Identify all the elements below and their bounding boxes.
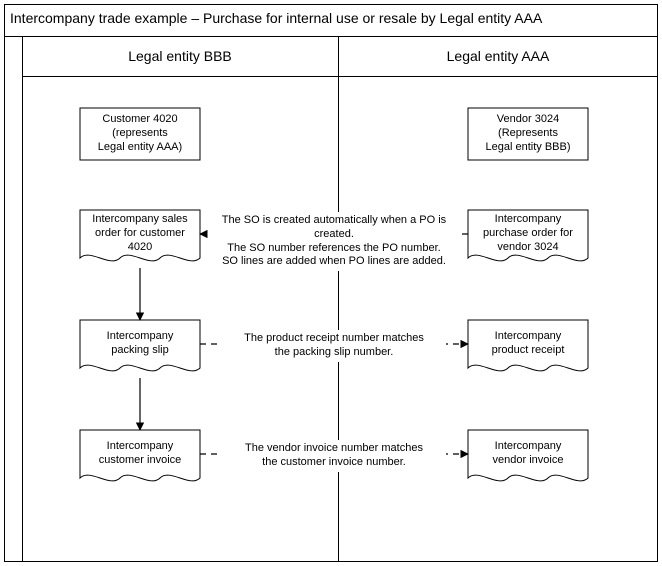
diagram-title: Intercompany trade example – Purchase fo…: [10, 10, 542, 26]
column-header-separator: [22, 76, 658, 77]
left-strip-border: [22, 36, 23, 562]
header-separator: [4, 36, 658, 37]
label-ic-customer-invoice: Intercompany customer invoice: [80, 430, 200, 478]
label-ic-sales-order: Intercompany sales order for customer 40…: [80, 210, 200, 258]
label-ic-vendor-invoice: Intercompany vendor invoice: [468, 430, 588, 478]
outer-border: [4, 4, 658, 562]
flow-label-vendor-invoice: The vendor invoice number matches the cu…: [222, 440, 446, 472]
center-divider: [338, 36, 339, 562]
label-customer-4020: Customer 4020 (represents Legal entity A…: [80, 108, 200, 160]
flow-label-so-created: The SO is created automatically when a P…: [208, 212, 460, 271]
label-ic-product-receipt: Intercompany product receipt: [468, 320, 588, 368]
label-vendor-3024: Vendor 3024 (Represents Legal entity BBB…: [468, 108, 588, 160]
flow-label-product-receipt: The product receipt number matches the p…: [222, 330, 446, 362]
column-header-right: Legal entity AAA: [398, 48, 598, 64]
label-ic-packing-slip: Intercompany packing slip: [80, 320, 200, 368]
column-header-left: Legal entity BBB: [80, 48, 280, 64]
label-ic-purchase-order: Intercompany purchase order for vendor 3…: [468, 210, 588, 258]
diagram-canvas: Intercompany trade example – Purchase fo…: [0, 0, 662, 566]
